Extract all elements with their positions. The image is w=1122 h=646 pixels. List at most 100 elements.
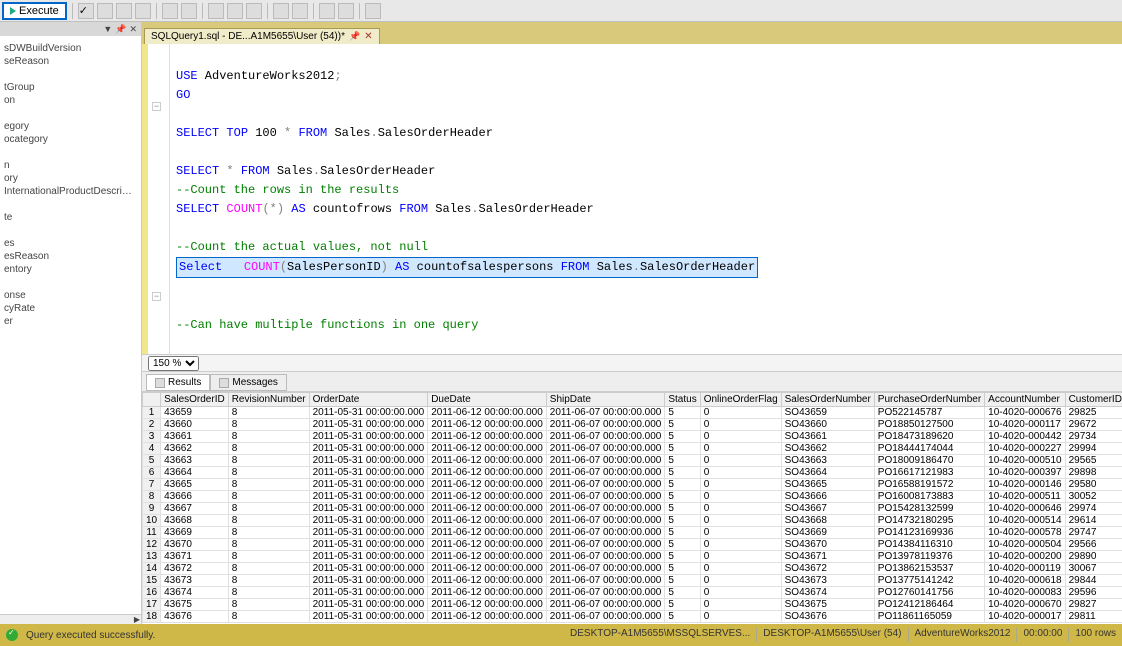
table-row[interactable]: 74366582011-05-31 00:00:00.0002011-06-12… [143, 479, 1122, 491]
tree-item[interactable]: esReason [4, 250, 137, 263]
tree-item[interactable]: tGroup [4, 81, 137, 94]
editor-margin: − − [142, 44, 170, 354]
column-header[interactable]: DueDate [428, 393, 547, 407]
cell: PO12760141756 [874, 587, 984, 599]
horizontal-scrollbar[interactable]: ▶ [0, 614, 141, 624]
column-header[interactable]: OnlineOrderFlag [700, 393, 781, 407]
toolbar-icon[interactable] [162, 3, 178, 19]
table-row[interactable]: 104366882011-05-31 00:00:00.0002011-06-1… [143, 515, 1122, 527]
column-header[interactable]: AccountNumber [985, 393, 1065, 407]
results-grid[interactable]: SalesOrderIDRevisionNumberOrderDateDueDa… [142, 392, 1122, 623]
table-row[interactable]: 154367382011-05-31 00:00:00.0002011-06-1… [143, 575, 1122, 587]
results-grid-icon[interactable] [97, 3, 113, 19]
dropdown-icon[interactable]: ▼ [103, 24, 112, 34]
results-text-icon[interactable] [116, 3, 132, 19]
table-row[interactable]: 134367182011-05-31 00:00:00.0002011-06-1… [143, 551, 1122, 563]
collapse-icon[interactable]: − [152, 102, 161, 111]
pin-icon[interactable]: 📌 [349, 31, 360, 42]
toolbar-icon[interactable] [246, 3, 262, 19]
table-row[interactable]: 114366982011-05-31 00:00:00.0002011-06-1… [143, 527, 1122, 539]
column-header[interactable]: ShipDate [546, 393, 665, 407]
column-header[interactable]: SalesOrderNumber [781, 393, 874, 407]
table-row[interactable]: 164367482011-05-31 00:00:00.0002011-06-1… [143, 587, 1122, 599]
tree-item[interactable]: cyRate [4, 302, 137, 315]
table-row[interactable]: 144367282011-05-31 00:00:00.0002011-06-1… [143, 563, 1122, 575]
tree-item[interactable]: onse [4, 289, 137, 302]
column-header[interactable]: Status [665, 393, 700, 407]
indent-icon[interactable] [273, 3, 289, 19]
cell: 2011-06-07 00:00:00.000 [546, 503, 665, 515]
column-header[interactable]: SalesOrderID [161, 393, 229, 407]
close-icon[interactable]: ✕ [129, 24, 137, 35]
tree-item[interactable]: ocategory [4, 133, 137, 146]
table-row[interactable]: 14365982011-05-31 00:00:00.0002011-06-12… [143, 407, 1122, 419]
cell: 2011-05-31 00:00:00.000 [309, 611, 428, 623]
tree-item[interactable]: entory [4, 263, 137, 276]
object-explorer-tree[interactable]: sDWBuildVersionseReason tGroupon egoryoc… [0, 36, 141, 334]
tree-item[interactable]: es [4, 237, 137, 250]
column-header[interactable]: OrderDate [309, 393, 428, 407]
tree-item[interactable]: er [4, 315, 137, 328]
execute-button[interactable]: Execute [2, 2, 67, 20]
cell: 5 [665, 431, 700, 443]
zoom-select[interactable]: 150 % [148, 356, 199, 371]
tree-item[interactable]: egory [4, 120, 137, 133]
column-header[interactable]: CustomerID [1065, 393, 1122, 407]
tree-item[interactable]: sDWBuildVersion [4, 42, 137, 55]
table-row[interactable]: 34366182011-05-31 00:00:00.0002011-06-12… [143, 431, 1122, 443]
tree-item[interactable] [4, 68, 137, 81]
cell: 8 [228, 479, 309, 491]
tree-item[interactable]: n [4, 159, 137, 172]
column-header[interactable] [143, 393, 161, 407]
tree-item[interactable] [4, 224, 137, 237]
tree-item[interactable]: InternationalProductDescription [4, 185, 137, 198]
pin-icon[interactable]: 📌 [115, 24, 126, 35]
column-header[interactable]: PurchaseOrderNumber [874, 393, 984, 407]
sql-editor[interactable]: − − USE AdventureWorks2012; GO SELECT TO… [142, 44, 1122, 354]
table-row[interactable]: 174367582011-05-31 00:00:00.0002011-06-1… [143, 599, 1122, 611]
close-icon[interactable]: ✕ [364, 31, 372, 42]
cell: 2011-05-31 00:00:00.000 [309, 503, 428, 515]
toolbar-icon[interactable] [365, 3, 381, 19]
tree-item[interactable]: on [4, 94, 137, 107]
cell: 10-4020-000646 [985, 503, 1065, 515]
collapse-icon[interactable]: − [152, 292, 161, 301]
table-row[interactable]: 124367082011-05-31 00:00:00.0002011-06-1… [143, 539, 1122, 551]
toolbar-icon[interactable] [319, 3, 335, 19]
tree-item[interactable]: te [4, 211, 137, 224]
tree-item[interactable]: ory [4, 172, 137, 185]
table-row[interactable]: 184367682011-05-31 00:00:00.0002011-06-1… [143, 611, 1122, 623]
cell: PO13978119376 [874, 551, 984, 563]
tree-item[interactable]: seReason [4, 55, 137, 68]
tree-item[interactable] [4, 146, 137, 159]
cell: 43659 [161, 407, 229, 419]
messages-tab[interactable]: Messages [210, 374, 287, 391]
check-icon[interactable]: ✓ [78, 3, 94, 19]
cell: 16 [143, 587, 161, 599]
results-tab[interactable]: Results [146, 374, 210, 391]
table-row[interactable]: 84366682011-05-31 00:00:00.0002011-06-12… [143, 491, 1122, 503]
toolbar-icon[interactable] [181, 3, 197, 19]
editor-tab[interactable]: SQLQuery1.sql - DE...A1M5655\User (54))*… [144, 28, 380, 44]
outdent-icon[interactable] [292, 3, 308, 19]
table-row[interactable]: 64366482011-05-31 00:00:00.0002011-06-12… [143, 467, 1122, 479]
cell: 30052 [1065, 491, 1122, 503]
tree-item[interactable] [4, 107, 137, 120]
cell: 4 [143, 443, 161, 455]
cell: 9 [143, 503, 161, 515]
code-area[interactable]: USE AdventureWorks2012; GO SELECT TOP 10… [170, 44, 1122, 354]
cell: 10-4020-000227 [985, 443, 1065, 455]
results-file-icon[interactable] [135, 3, 151, 19]
table-row[interactable]: 94366782011-05-31 00:00:00.0002011-06-12… [143, 503, 1122, 515]
toolbar-icon[interactable] [208, 3, 224, 19]
cell: PO13862153537 [874, 563, 984, 575]
column-header[interactable]: RevisionNumber [228, 393, 309, 407]
table-row[interactable]: 54366382011-05-31 00:00:00.0002011-06-12… [143, 455, 1122, 467]
toolbar-icon[interactable] [227, 3, 243, 19]
table-row[interactable]: 24366082011-05-31 00:00:00.0002011-06-12… [143, 419, 1122, 431]
table-row[interactable]: 44366282011-05-31 00:00:00.0002011-06-12… [143, 443, 1122, 455]
tree-item[interactable] [4, 276, 137, 289]
results-grid-wrap[interactable]: SalesOrderIDRevisionNumberOrderDateDueDa… [142, 392, 1122, 624]
toolbar-icon[interactable] [338, 3, 354, 19]
tree-item[interactable] [4, 198, 137, 211]
